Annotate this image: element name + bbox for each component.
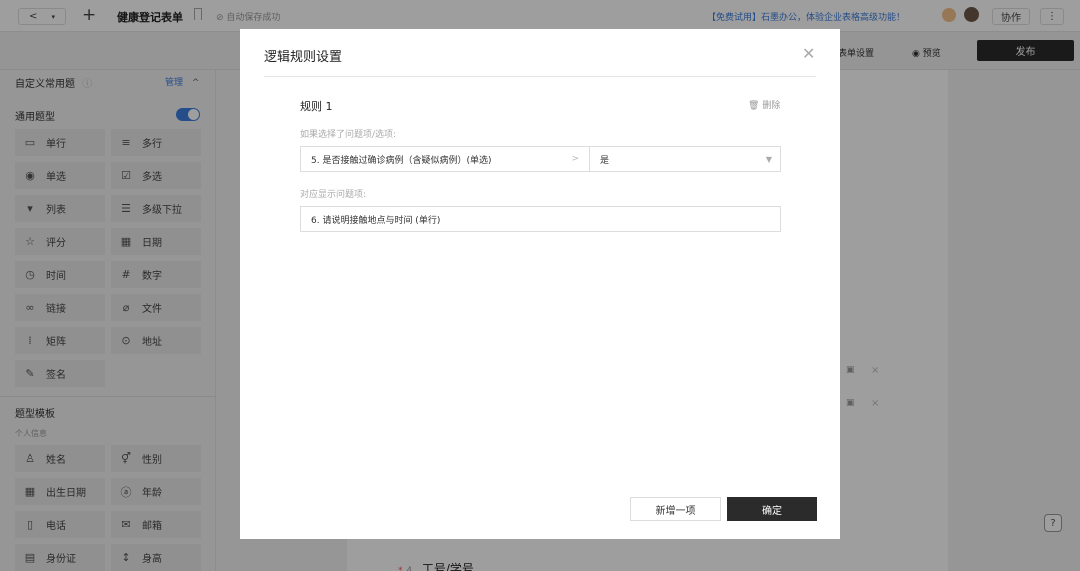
question-select[interactable]: 5. 是否接触过确诊病例（含疑似病例）(单选) > <box>300 146 590 172</box>
delete-rule-button[interactable]: 🗑 删除 <box>748 98 780 111</box>
close-icon[interactable]: ✕ <box>802 44 815 63</box>
chevron-right-icon: > <box>571 154 579 164</box>
chevron-down-icon: ▼ <box>765 154 772 164</box>
confirm-button[interactable]: 确定 <box>727 497 817 521</box>
condition-hint: 如果选择了问题项/选项: <box>300 130 397 140</box>
trash-icon: 🗑 <box>748 101 760 111</box>
target-hint: 对应显示问题项: <box>300 190 367 200</box>
logic-rule-dialog: 逻辑规则设置 ✕ 规则 1 🗑 删除 如果选择了问题项/选项: 5. 是否接触过… <box>240 29 840 539</box>
add-item-button[interactable]: 新增一项 <box>630 497 721 521</box>
target-question-select[interactable]: 6. 请说明接触地点与时间 (单行) <box>300 206 781 232</box>
option-select[interactable]: 是 ▼ <box>589 146 781 172</box>
dialog-title: 逻辑规则设置 <box>264 50 343 65</box>
rule-label: 规则 1 <box>300 100 333 113</box>
divider <box>264 76 816 77</box>
